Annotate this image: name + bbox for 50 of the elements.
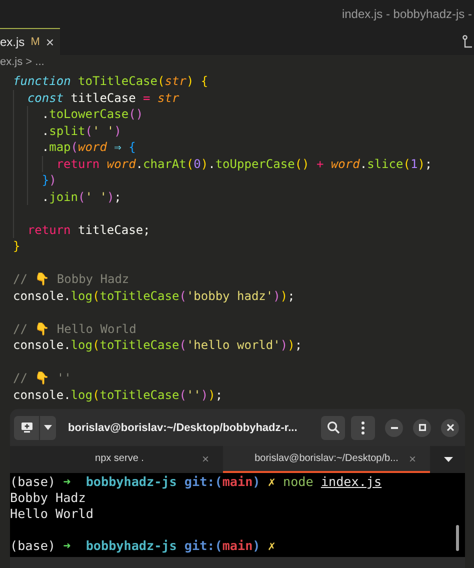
maximize-icon [418, 424, 426, 431]
terminal-title: borislav@borislav:~/Desktop/bobbyhadz-r... [67, 422, 298, 434]
editor-tab[interactable]: ex.js M × [0, 28, 60, 55]
code-line: console.log(toTitleCase('bobby hadz')); [13, 288, 295, 304]
close-button[interactable] [441, 418, 459, 436]
code-line: return word.charAt(0).toUpperCase() + word.slice(1); [56, 156, 432, 172]
maximize-button[interactable] [413, 418, 431, 436]
modified-indicator: M [30, 36, 40, 48]
breadcrumb[interactable]: ex.js > ... [0, 56, 44, 68]
code-line: .toLowerCase() [42, 106, 144, 122]
code-line: function toTitleCase(str) { [13, 73, 208, 90]
caret-icon[interactable] [444, 457, 453, 462]
window-title: index.js - bobbyhadz-js - [342, 7, 472, 21]
code-line: const titleCase = str [27, 90, 180, 106]
menu-button[interactable] [351, 416, 375, 440]
code-line: .split(' ') [42, 122, 122, 139]
close-button[interactable]: × [202, 452, 209, 466]
code-line: // 👇 Bobby Hadz [13, 271, 130, 288]
close-button[interactable]: × [46, 34, 54, 50]
dropdown-button[interactable] [40, 416, 56, 440]
menu-icon [361, 420, 365, 434]
tab-label: npx serve . [95, 453, 144, 464]
tab-label: ex.js [0, 35, 25, 49]
minimize-icon [390, 426, 398, 428]
code-line: .join(' '); [42, 188, 122, 205]
terminal-tab[interactable]: borislav@borislav:~/Desktop/b... × [223, 446, 430, 473]
code-line: }) [42, 172, 56, 188]
minimize-button[interactable] [385, 418, 403, 436]
close-icon [446, 424, 454, 431]
search-button[interactable] [321, 416, 345, 440]
search-icon [326, 421, 340, 434]
terminal-line: (base) ➜ bobbyhadz-js git:(main) ✗ node index.js [10, 474, 382, 489]
close-button[interactable]: × [408, 452, 416, 466]
terminal-icon [20, 422, 32, 433]
code-line: console.log(toTitleCase('hello world')); [13, 337, 302, 354]
code-line: return titleCase; [27, 222, 150, 238]
terminal-line: Hello World [10, 506, 94, 521]
tab-label: borislav@borislav:~/Desktop/b... [254, 453, 398, 464]
caret-icon [44, 425, 52, 430]
code-line: .map(word ⇒ { [42, 139, 136, 156]
code-line: } [13, 238, 20, 254]
terminal-line: Bobby Hadz [10, 490, 86, 505]
code-line: console.log(toTitleCase('')); [13, 386, 223, 403]
source-control-icon[interactable] [462, 34, 472, 48]
new-tab-button[interactable] [14, 416, 39, 440]
code-line: // 👇 Hello World [13, 320, 136, 337]
code-line: // 👇 '' [13, 370, 72, 386]
terminal-line: (base) ➜ bobbyhadz-js git:(main) ✗ [10, 538, 276, 553]
terminal-tab[interactable]: npx serve . × [16, 446, 223, 473]
scrollbar[interactable] [456, 525, 459, 551]
